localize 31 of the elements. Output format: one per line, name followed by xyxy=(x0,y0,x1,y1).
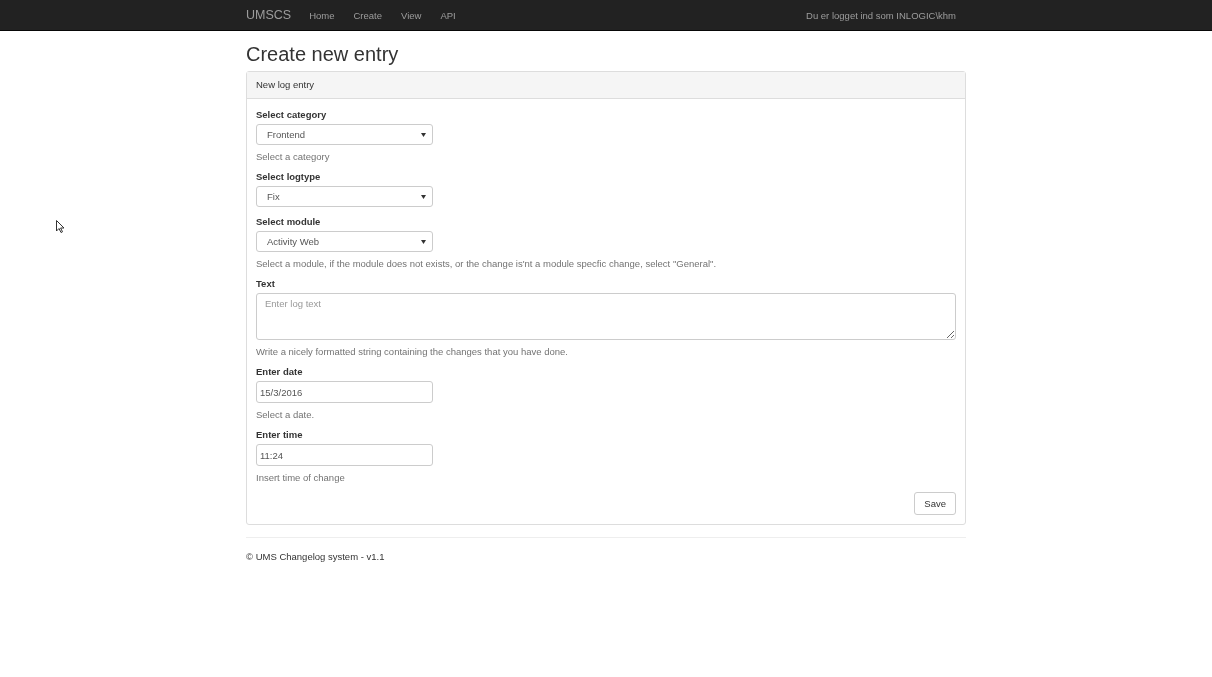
input-field[interactable]: 15/3/2016 xyxy=(256,381,433,403)
panel-heading: New log entry xyxy=(247,72,965,99)
brand-link[interactable]: UMSCS xyxy=(246,8,292,22)
help-text: Select a date. xyxy=(256,409,316,420)
text-area[interactable]: Enter log text xyxy=(256,293,956,340)
help-text: Insert time of change xyxy=(256,472,346,483)
nav-link[interactable]: API xyxy=(440,9,456,21)
help-text: Select a category xyxy=(256,151,331,162)
mouse-pointer-icon xyxy=(56,220,65,233)
caret-icon xyxy=(421,239,426,244)
user-status-text: Du er logget ind som INLOGIC\khm xyxy=(806,9,956,21)
dropdown[interactable]: Activity Web xyxy=(256,231,433,252)
footer-text: © UMS Changelog system - v1.1 xyxy=(246,551,386,562)
input-field[interactable]: 11:24 xyxy=(256,444,433,466)
caret-icon xyxy=(421,132,426,137)
nav-link[interactable]: View xyxy=(401,9,422,21)
page-title: Create new entry xyxy=(246,42,400,66)
field-label: Select category xyxy=(256,109,328,120)
caret-icon xyxy=(421,194,426,199)
dropdown[interactable]: Frontend xyxy=(256,124,433,145)
field-label: Select module xyxy=(256,216,322,227)
dropdown[interactable]: Fix xyxy=(256,186,433,207)
field-label: Text xyxy=(256,278,276,289)
field-label: Enter date xyxy=(256,366,304,377)
nav-link[interactable]: Home xyxy=(309,9,335,21)
nav-link[interactable]: Create xyxy=(353,9,382,21)
help-text: Write a nicely formatted string containing the changes that you have done. xyxy=(256,346,569,357)
field-label: Enter time xyxy=(256,429,304,440)
field-label: Select logtype xyxy=(256,171,322,182)
save-button[interactable]: Save xyxy=(914,492,956,515)
help-text: Select a module, if the module does not exists, or the change is'nt a module specfic change, select "General". xyxy=(256,258,718,269)
